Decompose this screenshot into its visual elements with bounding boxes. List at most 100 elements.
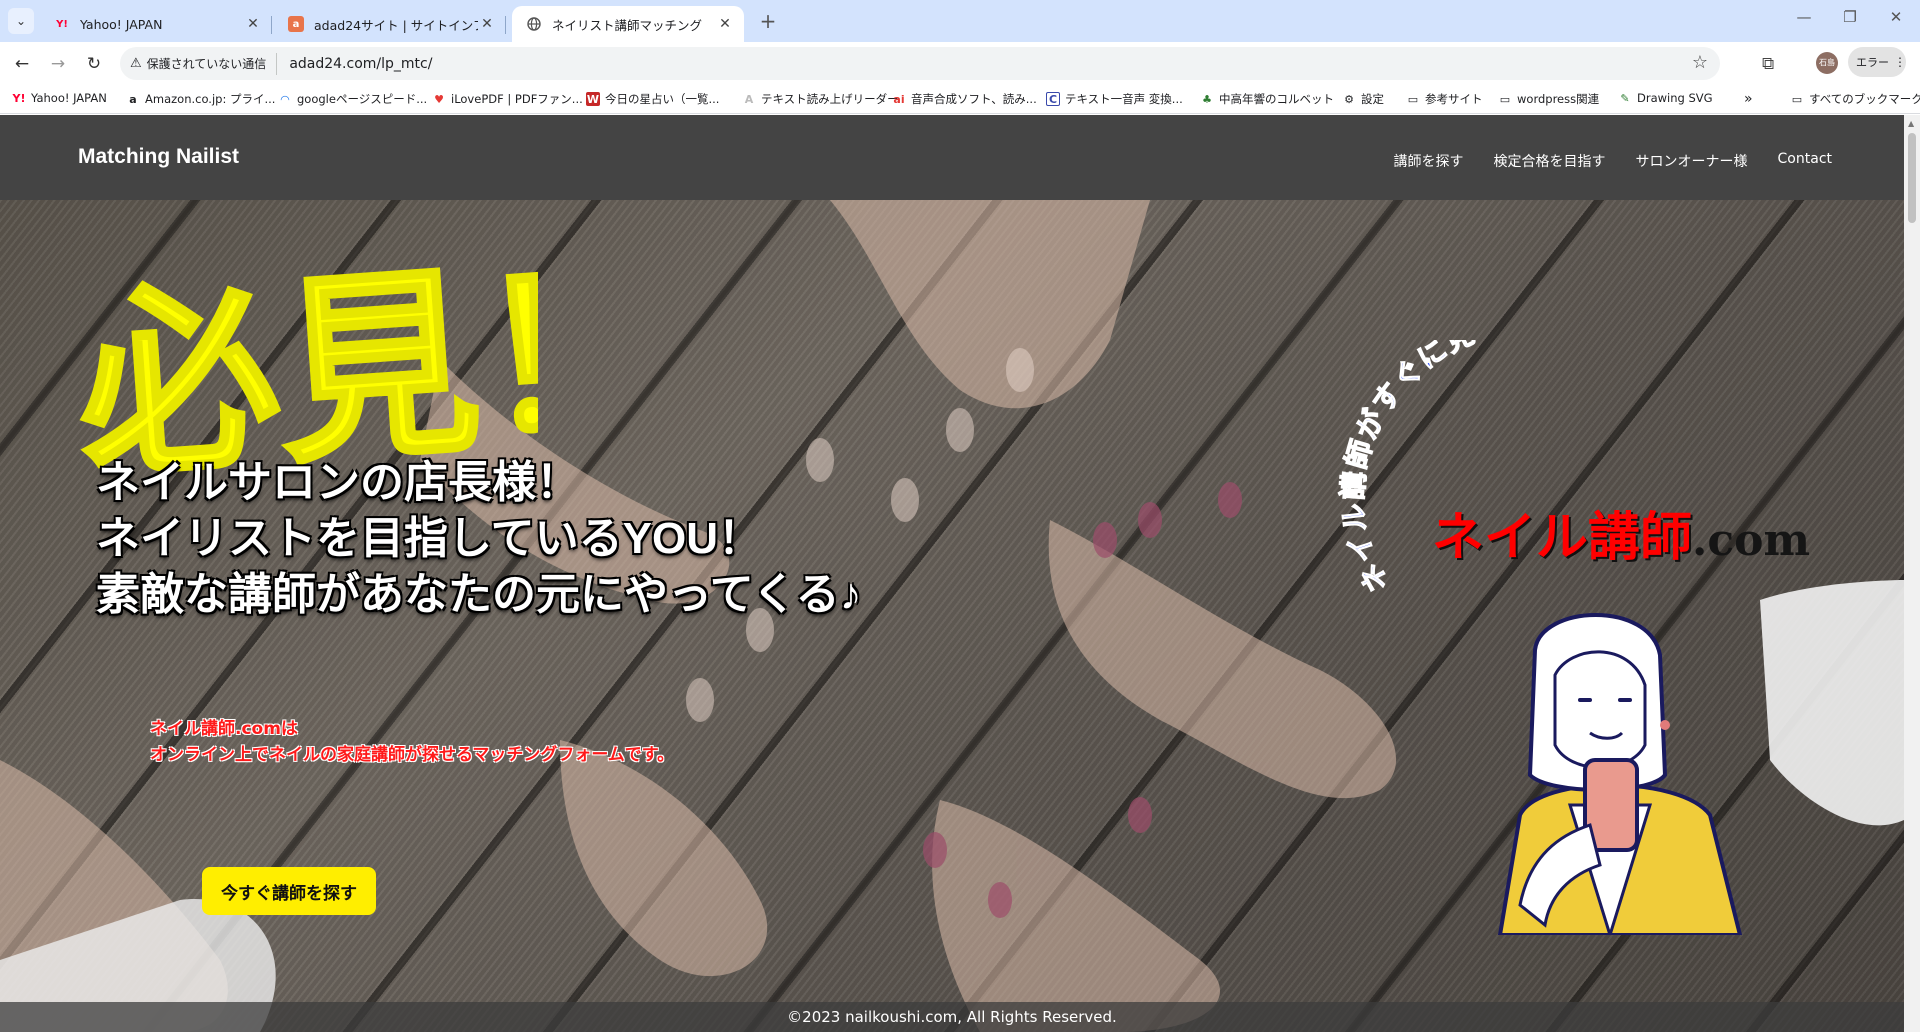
brand-logo-text: ネイル講師.com bbox=[1432, 495, 1810, 570]
site-nav: 講師を探す 検定合格を目指す サロンオーナー様 Contact bbox=[1394, 151, 1832, 171]
site-footer: ©2023 nailkoushi.com, All Rights Reserve… bbox=[0, 1002, 1904, 1032]
tab-title: ネイリスト講師マッチング bbox=[552, 17, 703, 33]
menu-dots-icon: ⋮ bbox=[1894, 55, 1906, 69]
site-security-chip[interactable]: ⚠ 保護されていない通信 bbox=[130, 52, 278, 75]
bookmark-label: 参考サイト bbox=[1425, 92, 1483, 106]
tab-yahoo[interactable]: Y! Yahoo! JAPAN ✕ bbox=[40, 6, 272, 42]
bookmark-item[interactable]: ai 音声合成ソフト、読み... bbox=[892, 91, 1037, 107]
scrollbar-thumb[interactable] bbox=[1908, 133, 1916, 223]
nav-contact[interactable]: Contact bbox=[1778, 151, 1832, 171]
minimize-icon[interactable]: — bbox=[1784, 8, 1824, 32]
heart-icon: ♥ bbox=[434, 92, 444, 106]
extensions-icon[interactable]: ⧉ bbox=[1762, 54, 1774, 74]
folder-icon: ▭ bbox=[1791, 92, 1803, 106]
new-tab-icon[interactable]: + bbox=[756, 10, 780, 34]
corvette-icon: ♣ bbox=[1202, 92, 1212, 106]
close-icon[interactable]: ✕ bbox=[716, 16, 734, 32]
pagespeed-icon: ◠ bbox=[280, 92, 290, 106]
desc-line: オンライン上でネイルの家庭講師が探せるマッチングフォームです。 bbox=[150, 745, 675, 765]
bookmark-label: Yahoo! JAPAN bbox=[31, 91, 107, 105]
service-description: ネイル講師.comは オンライン上でネイルの家庭講師が探せるマッチングフォームで… bbox=[150, 716, 674, 768]
catch-line: 素敵な講師があなたの元にやってくる♪ bbox=[96, 570, 862, 619]
nav-find-instructor[interactable]: 講師を探す bbox=[1394, 151, 1464, 171]
forward-icon[interactable]: → bbox=[44, 50, 72, 78]
amazon-icon: a bbox=[129, 92, 137, 106]
tab-adad24[interactable]: a adad24サイト | サイトインフォメーショ ✕ bbox=[274, 6, 506, 42]
bookmark-item[interactable]: A テキスト読み上げリーダー bbox=[742, 91, 899, 107]
tab-strip: ⌄ Y! Yahoo! JAPAN ✕ a adad24サイト | サイトインフ… bbox=[0, 0, 1920, 42]
bookmark-label: 音声合成ソフト、読み... bbox=[911, 92, 1037, 106]
bookmark-label: テキスト読み上げリーダー bbox=[761, 92, 899, 106]
tab-title: adad24サイト | サイトインフォメーショ bbox=[314, 17, 478, 33]
site-logo[interactable]: Matching Nailist bbox=[78, 145, 239, 169]
warning-icon: ⚠ bbox=[130, 56, 142, 71]
restore-icon[interactable]: ❐ bbox=[1830, 8, 1870, 32]
bookmark-item[interactable]: ♥ iLovePDF | PDFファン... bbox=[432, 91, 583, 107]
all-bookmarks-folder[interactable]: ▭ すべてのブックマーク bbox=[1790, 91, 1920, 107]
reader-icon: A bbox=[744, 92, 754, 106]
yahoo-favicon-icon: Y! bbox=[56, 18, 68, 30]
close-window-icon[interactable]: ✕ bbox=[1876, 8, 1916, 32]
tab-search-button[interactable]: ⌄ bbox=[8, 8, 34, 34]
yahoo-icon: Y! bbox=[12, 91, 26, 105]
error-button[interactable]: エラー ⋮ bbox=[1848, 47, 1906, 77]
close-icon[interactable]: ✕ bbox=[478, 16, 496, 32]
more-bookmarks-icon[interactable]: » bbox=[1744, 91, 1753, 107]
address-bar[interactable]: ⚠ 保護されていない通信 adad24.com/lp_mtc/ ☆ bbox=[120, 47, 1720, 80]
tab-nailist-matching[interactable]: ネイリスト講師マッチング ✕ bbox=[512, 6, 744, 42]
adad24-favicon-icon: a bbox=[288, 16, 304, 32]
bookmark-label: googleページスピード... bbox=[297, 92, 428, 106]
drawing-svg-icon: ✎ bbox=[1620, 91, 1630, 105]
bookmarks-bar: Y! Yahoo! JAPAN a Amazon.co.jp: プライ... ◠ go… bbox=[0, 84, 1920, 114]
woman-smartphone-illustration bbox=[1497, 613, 1743, 935]
bookmark-item[interactable]: a Amazon.co.jp: プライ... bbox=[126, 91, 275, 107]
reload-icon[interactable]: ↻ bbox=[80, 50, 108, 78]
back-icon[interactable]: ← bbox=[8, 50, 36, 78]
bookmark-item[interactable]: W 今日の星占い（一覧... bbox=[586, 91, 719, 107]
hero-section: 必見！ ネイルサロンの店長様！ ネイリストを目指しているYOU！ 素敵な講師があ… bbox=[0, 200, 1904, 1032]
bookmark-item[interactable]: C テキスト一音声 変換... bbox=[1046, 91, 1183, 107]
url-text[interactable]: adad24.com/lp_mtc/ bbox=[289, 56, 432, 72]
bookmark-label: テキスト一音声 変換... bbox=[1065, 92, 1183, 106]
bookmark-folder[interactable]: ▭ wordpress関連 bbox=[1498, 91, 1599, 107]
tab-title: Yahoo! JAPAN bbox=[80, 16, 163, 32]
catchphrase: ネイルサロンの店長様！ ネイリストを目指しているYOU！ 素敵な講師があなたの元… bbox=[96, 455, 862, 623]
bookmark-item[interactable]: ♣ 中高年響のコルベット bbox=[1200, 91, 1334, 107]
horoscope-icon: W bbox=[586, 92, 600, 106]
page-viewport: Matching Nailist 講師を探す 検定合格を目指す サロンオーナー様… bbox=[0, 115, 1904, 1032]
globe-icon bbox=[526, 16, 542, 32]
bookmark-item[interactable]: ◠ googleページスピード... bbox=[278, 91, 427, 107]
security-label: 保護されていない通信 bbox=[146, 57, 267, 71]
folder-icon: ▭ bbox=[1407, 92, 1419, 106]
bookmark-label: すべてのブックマーク bbox=[1809, 92, 1920, 106]
bookmark-label: 中高年響のコルベット bbox=[1219, 92, 1334, 106]
folder-icon: ▭ bbox=[1499, 92, 1511, 106]
nav-certification[interactable]: 検定合格を目指す bbox=[1494, 151, 1606, 171]
gear-icon: ⚙ bbox=[1344, 92, 1354, 106]
voice-synth-icon: ai bbox=[893, 92, 905, 106]
close-icon[interactable]: ✕ bbox=[244, 16, 262, 32]
bookmark-label: iLovePDF | PDFファン... bbox=[451, 92, 583, 106]
catch-line: ネイリストを目指しているYOU！ bbox=[96, 514, 763, 563]
chevron-down-icon: ⌄ bbox=[15, 14, 27, 28]
brand-suffix: .com bbox=[1692, 515, 1811, 566]
find-instructor-cta-button[interactable]: 今すぐ講師を探す bbox=[202, 867, 376, 915]
site-header: Matching Nailist 講師を探す 検定合格を目指す サロンオーナー様… bbox=[0, 115, 1904, 200]
bookmark-item[interactable]: ⚙ 設定 bbox=[1342, 91, 1384, 107]
nav-salon-owner[interactable]: サロンオーナー様 bbox=[1636, 151, 1748, 171]
bookmark-item[interactable]: Y! Yahoo! JAPAN bbox=[12, 91, 107, 105]
bookmark-label: Drawing SVG bbox=[1637, 91, 1713, 105]
bookmark-item[interactable]: ✎ Drawing SVG bbox=[1618, 91, 1713, 105]
bookmark-label: 設定 bbox=[1361, 92, 1384, 106]
bookmark-star-icon[interactable]: ☆ bbox=[1692, 52, 1708, 73]
bookmark-label: wordpress関連 bbox=[1517, 92, 1600, 106]
browser-toolbar: ← → ↻ ⚠ 保護されていない通信 adad24.com/lp_mtc/ ☆ … bbox=[0, 42, 1920, 84]
error-label: エラー bbox=[1856, 56, 1889, 69]
brand-main: ネイル講師 bbox=[1432, 508, 1693, 568]
scroll-up-icon[interactable]: ▲ bbox=[1908, 119, 1914, 128]
page-scrollbar[interactable]: ▲ bbox=[1904, 115, 1920, 1032]
profile-avatar[interactable]: 石島 bbox=[1816, 52, 1838, 74]
bookmark-folder[interactable]: ▭ 参考サイト bbox=[1406, 91, 1483, 107]
catch-line: ネイルサロンの店長様！ bbox=[96, 458, 580, 507]
bookmark-label: Amazon.co.jp: プライ... bbox=[145, 92, 276, 106]
